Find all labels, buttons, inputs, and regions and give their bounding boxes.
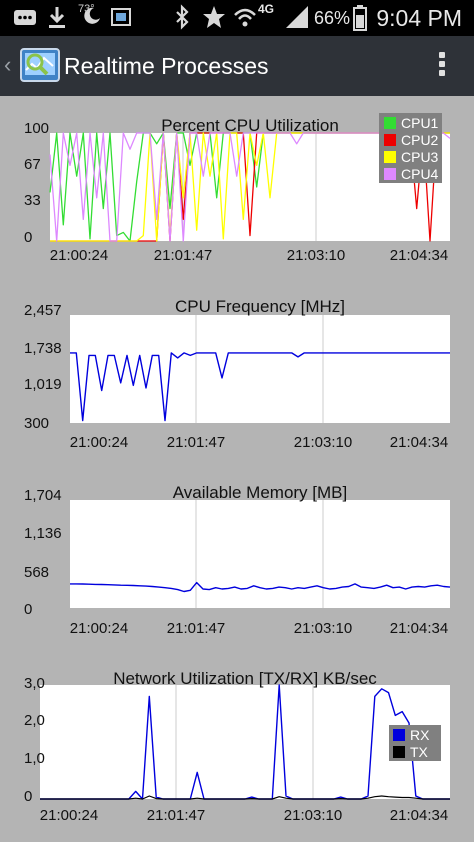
mem-x-tick: 21:04:34 — [390, 620, 448, 637]
clock: 9:04 PM — [376, 5, 462, 31]
net-y-tick: 2,0 — [24, 712, 45, 729]
cpu-y-tick: 100 — [24, 120, 49, 137]
charts-svg: Percent CPU Utilization 100 67 33 0 21:0… — [24, 113, 451, 824]
cpu1-swatch — [384, 117, 396, 129]
mem-y-tick: 568 — [24, 564, 49, 581]
mem-x-tick: 21:03:10 — [294, 620, 352, 637]
cpu2-legend-label: CPU2 — [401, 132, 439, 148]
freq-y-tick: 1,738 — [24, 340, 62, 357]
mem-chart-title: Available Memory [MB] — [173, 483, 347, 502]
mem-x-tick: 21:00:24 — [70, 620, 128, 637]
network-type: 4G — [258, 2, 275, 16]
rx-legend-label: RX — [410, 727, 430, 743]
mem-y-tick: 1,704 — [24, 487, 62, 504]
net-x-tick: 21:04:34 — [390, 807, 448, 824]
network-utilization-chart: Network Utilization [TX/RX] KB/sec 3,0 2… — [24, 669, 450, 824]
cpu1-legend-label: CPU1 — [401, 115, 439, 131]
cpu-x-tick: 21:04:34 — [390, 247, 448, 264]
freq-y-tick: 1,019 — [24, 376, 62, 393]
freq-plot-area — [70, 315, 450, 423]
freq-x-tick: 21:03:10 — [294, 434, 352, 451]
cpu4-legend-label: CPU4 — [401, 166, 439, 182]
wifi-icon — [234, 8, 256, 27]
cpu-y-tick: 33 — [24, 192, 41, 209]
download-icon — [49, 7, 65, 28]
cpu3-swatch — [384, 151, 396, 163]
mem-y-tick: 0 — [24, 601, 32, 618]
freq-y-tick: 300 — [24, 415, 49, 432]
mem-plot-area — [70, 500, 450, 608]
app-icon[interactable] — [20, 46, 60, 86]
rx-swatch — [393, 729, 405, 741]
freq-x-tick: 21:01:47 — [167, 434, 225, 451]
net-y-tick: 0 — [24, 788, 32, 805]
signal-icon — [286, 6, 308, 28]
cpu-x-tick: 21:03:10 — [287, 247, 345, 264]
freq-x-tick: 21:04:34 — [390, 434, 448, 451]
app-title: Realtime Processes — [64, 53, 269, 79]
freq-chart-title: CPU Frequency [MHz] — [175, 297, 345, 316]
cpu4-swatch — [384, 168, 396, 180]
net-x-tick: 21:01:47 — [147, 807, 205, 824]
net-legend: RX TX — [389, 725, 441, 761]
charts-area: Percent CPU Utilization 100 67 33 0 21:0… — [0, 96, 474, 842]
screen-icon — [111, 8, 131, 26]
tx-swatch — [393, 746, 405, 758]
chat-icon — [14, 10, 36, 25]
mem-x-tick: 21:01:47 — [167, 620, 225, 637]
weather-temp: 73° — [78, 3, 95, 15]
cpu-chart-title: Percent CPU Utilization — [161, 116, 339, 135]
back-chevron-icon[interactable]: ‹ — [4, 52, 11, 78]
mem-y-tick: 1,136 — [24, 525, 62, 542]
net-x-tick: 21:03:10 — [284, 807, 342, 824]
freq-y-tick: 2,457 — [24, 302, 62, 319]
battery-icon — [353, 5, 367, 31]
net-x-tick: 21:00:24 — [40, 807, 98, 824]
cpu-y-tick: 0 — [24, 229, 32, 246]
cpu2-swatch — [384, 134, 396, 146]
overflow-menu-icon[interactable] — [436, 50, 448, 82]
cpu-x-tick: 21:00:24 — [50, 247, 108, 264]
status-bar: 73° 4G 66% 9:04 PM — [0, 0, 474, 36]
star-icon — [203, 6, 225, 28]
available-memory-chart: Available Memory [MB] 1,704 1,136 568 0 … — [24, 483, 451, 637]
cpu-legend: CPU1 CPU2 CPU3 CPU4 — [379, 113, 442, 183]
action-bar: ‹ Realtime Processes — [0, 36, 474, 96]
cpu-utilization-chart: Percent CPU Utilization 100 67 33 0 21:0… — [24, 113, 451, 264]
bluetooth-icon — [176, 4, 189, 30]
net-plot-area — [40, 685, 450, 799]
net-y-tick: 3,0 — [24, 675, 45, 692]
net-y-tick: 1,0 — [24, 750, 45, 767]
net-chart-title: Network Utilization [TX/RX] KB/sec — [113, 669, 377, 688]
cpu-y-tick: 67 — [24, 156, 41, 173]
cpu-frequency-chart: CPU Frequency [MHz] 2,457 1,738 1,019 30… — [24, 297, 450, 451]
cpu-x-tick: 21:01:47 — [154, 247, 212, 264]
battery-percent: 66% — [313, 8, 350, 28]
cpu3-legend-label: CPU3 — [401, 149, 439, 165]
tx-legend-label: TX — [410, 744, 429, 760]
freq-x-tick: 21:00:24 — [70, 434, 128, 451]
